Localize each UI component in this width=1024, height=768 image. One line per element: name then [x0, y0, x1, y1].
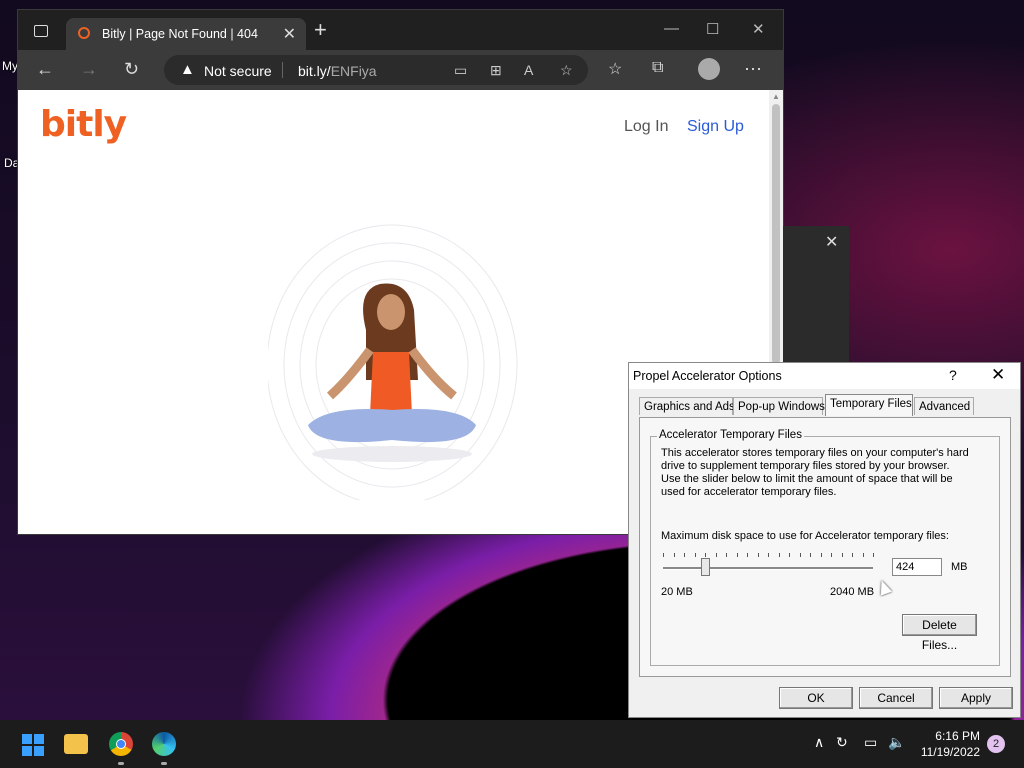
mb-input[interactable] — [892, 558, 942, 576]
slider-tick — [715, 553, 717, 557]
edge-running-indicator — [161, 762, 167, 765]
slider-tick — [736, 553, 738, 557]
volume-icon[interactable]: 🔈 — [888, 734, 905, 751]
max-space-label: Maximum disk space to use for Accelerato… — [661, 530, 949, 542]
tab-actions-icon[interactable] — [34, 25, 48, 37]
slider-tick — [831, 553, 832, 557]
collections-icon[interactable]: ⧉ — [652, 59, 663, 77]
tab-graphics-ads[interactable]: Graphics and Ads — [639, 397, 735, 415]
temporary-files-panel: Accelerator Temporary Files This acceler… — [639, 417, 1011, 677]
tab-bar: Bitly | Page Not Found | 404 ✕ + — ☐ ✕ — [18, 10, 783, 50]
add-favorite-icon[interactable]: ☆ — [560, 62, 573, 79]
clock-time: 6:16 PM — [935, 729, 980, 743]
read-aloud-icon[interactable]: A — [524, 62, 533, 78]
edge-icon[interactable] — [152, 732, 176, 756]
new-tab-button[interactable]: + — [314, 19, 327, 41]
slider-tick — [747, 553, 748, 557]
minimize-icon[interactable]: — — [664, 20, 679, 37]
bitly-favicon-icon — [78, 27, 90, 39]
chrome-running-indicator — [118, 762, 124, 765]
url-path: ENFiya — [330, 63, 377, 79]
tab-popup-windows[interactable]: Pop-up Windows — [733, 397, 825, 415]
slider-tick — [873, 553, 874, 557]
warning-triangle-icon[interactable]: ▲ — [180, 61, 195, 78]
slider-tick — [757, 553, 759, 557]
forward-arrow-icon[interactable]: → — [80, 59, 98, 80]
slider-tick — [705, 553, 706, 557]
taskbar: ∧ ↻ ▭ 🔈 6:16 PM 11/19/2022 2 — [0, 720, 1024, 768]
propel-options-dialog: Propel Accelerator Options ? ✕ Graphics … — [628, 362, 1021, 718]
signup-link[interactable]: Sign Up — [687, 118, 744, 136]
disk-space-slider-thumb[interactable] — [701, 558, 710, 576]
ok-button[interactable]: OK — [779, 687, 853, 709]
tab-advanced[interactable]: Advanced — [914, 397, 974, 415]
slider-tick — [778, 553, 780, 557]
network-icon[interactable]: ▭ — [864, 734, 877, 751]
tab-bitly[interactable]: Bitly | Page Not Found | 404 ✕ — [66, 18, 306, 50]
notification-badge[interactable]: 2 — [987, 735, 1005, 753]
bitly-logo[interactable]: bitly — [40, 104, 127, 145]
description-text: This accelerator stores temporary files … — [661, 447, 969, 498]
slider-tick — [799, 553, 801, 557]
slider-tick — [726, 553, 727, 557]
slider-tick — [663, 553, 664, 557]
apps-icon[interactable]: ⊞ — [490, 62, 502, 79]
not-secure-label[interactable]: Not secure — [204, 63, 272, 79]
slider-tick — [852, 553, 853, 557]
background-panel: ✕ — [783, 226, 849, 366]
dialog-close-icon[interactable]: ✕ — [991, 365, 1005, 385]
back-arrow-icon[interactable]: ← — [36, 59, 54, 80]
slider-tick — [694, 553, 696, 557]
slider-tick — [810, 553, 811, 557]
start-windows-icon[interactable] — [22, 734, 44, 756]
slider-max-label: 2040 MB — [830, 586, 875, 598]
dialog-title: Propel Accelerator Options — [633, 369, 782, 383]
clock[interactable]: 6:16 PM 11/19/2022 — [920, 728, 980, 760]
slider-tick — [684, 553, 685, 557]
help-icon[interactable]: ? — [949, 367, 957, 383]
scroll-up-icon[interactable]: ▲ — [772, 92, 780, 101]
slider-ticks — [663, 553, 874, 559]
slider-tick — [789, 553, 790, 557]
slider-min-label: 20 MB — [661, 586, 693, 598]
scrollbar-thumb[interactable] — [772, 104, 780, 364]
refresh-icon[interactable]: ↻ — [124, 59, 139, 80]
url-host: bit.ly/ — [298, 63, 331, 79]
apply-button[interactable]: Apply — [939, 687, 1013, 709]
chrome-icon[interactable] — [109, 732, 133, 756]
close-window-icon[interactable]: ✕ — [752, 20, 765, 38]
slider-tick — [820, 553, 822, 557]
tab-temporary-files[interactable]: Temporary Files — [825, 394, 913, 416]
group-label: Accelerator Temporary Files — [657, 429, 804, 441]
slider-tick — [768, 553, 769, 557]
file-explorer-icon[interactable] — [64, 734, 88, 754]
panel-close-icon[interactable]: ✕ — [825, 232, 838, 252]
cancel-button[interactable]: Cancel — [859, 687, 933, 709]
profile-avatar[interactable] — [698, 58, 720, 80]
address-bar[interactable]: ▲ Not secure bit.ly/ENFiya ▭ ⊞ A ☆ — [164, 55, 588, 85]
slider-tick — [862, 553, 864, 557]
immersive-reader-icon[interactable]: ▭ — [454, 62, 467, 79]
slider-tick — [841, 553, 843, 557]
sync-status-icon[interactable]: ↻ — [836, 734, 848, 751]
delete-files-button[interactable]: Delete Files... — [902, 614, 977, 652]
tab-title: Bitly | Page Not Found | 404 — [102, 27, 258, 41]
desktop-icon-label[interactable]: My — [2, 59, 18, 73]
meditation-illustration — [268, 224, 518, 500]
more-menu-icon[interactable]: ⋯ — [744, 59, 762, 80]
favorites-icon[interactable]: ☆ — [608, 59, 622, 79]
disk-space-slider-track[interactable] — [663, 567, 873, 570]
maximize-icon[interactable]: ☐ — [706, 20, 719, 38]
close-tab-icon[interactable]: ✕ — [283, 24, 296, 44]
show-hidden-icons-chevron-icon[interactable]: ∧ — [814, 734, 824, 751]
mb-unit-label: MB — [951, 561, 968, 573]
dialog-titlebar[interactable]: Propel Accelerator Options ? ✕ — [629, 363, 1020, 389]
login-link[interactable]: Log In — [624, 118, 668, 136]
url-text[interactable]: bit.ly/ENFiya — [298, 63, 377, 79]
browser-toolbar: ← → ↻ ▲ Not secure bit.ly/ENFiya ▭ ⊞ A ☆… — [18, 50, 783, 90]
clock-date: 11/19/2022 — [920, 745, 980, 759]
slider-tick — [673, 553, 675, 557]
address-divider — [282, 62, 283, 78]
